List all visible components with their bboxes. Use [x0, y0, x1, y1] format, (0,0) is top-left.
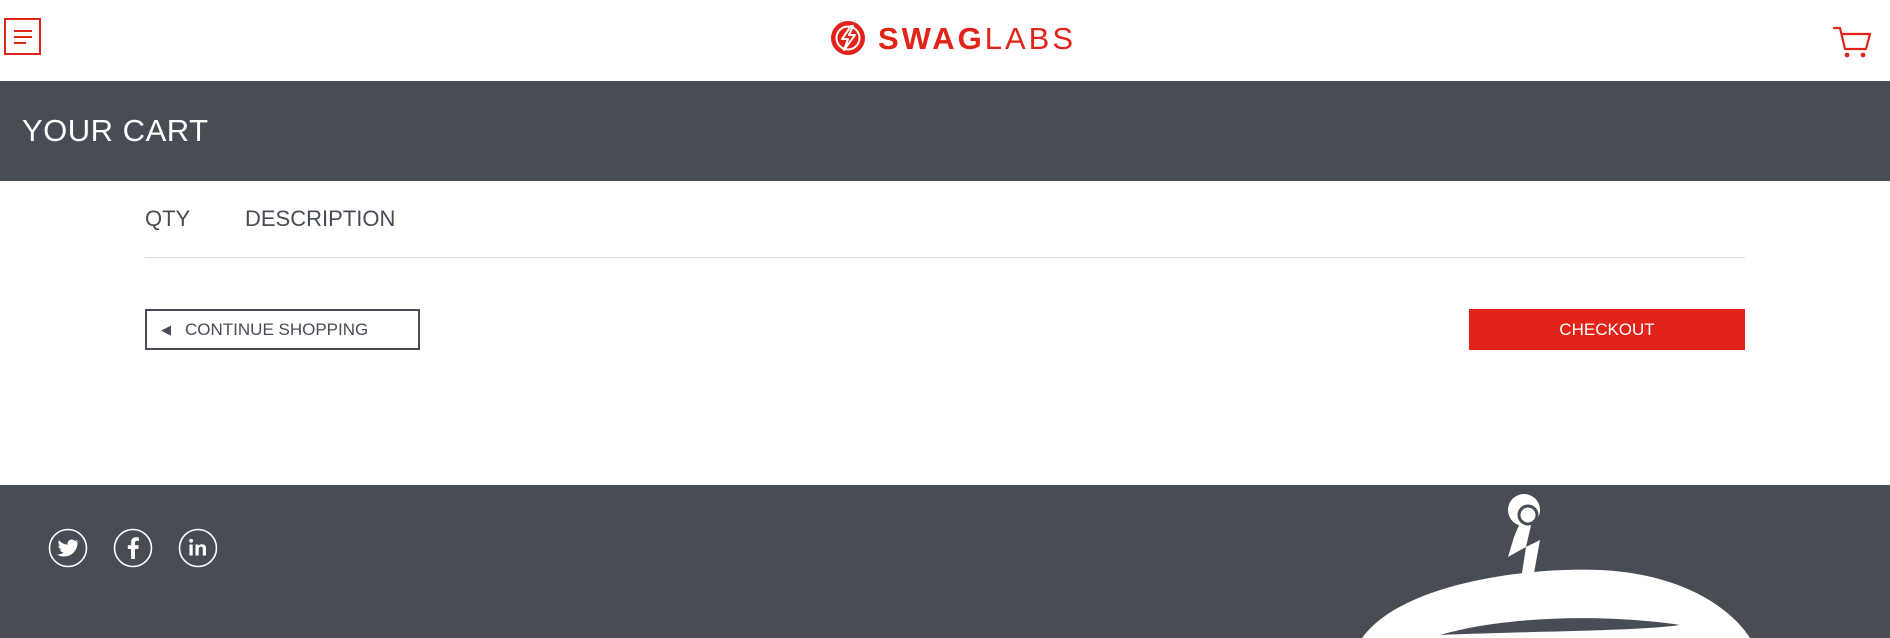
cart-page: SWAGLABS YOUR CART QTY DESCRIPTION ◀ CON…	[0, 0, 1890, 638]
swag-bot-mascot	[1362, 494, 1750, 638]
hamburger-menu-icon[interactable]	[4, 18, 41, 55]
logo-text-bold: SWAG	[878, 20, 985, 56]
continue-shopping-button[interactable]: ◀ CONTINUE SHOPPING	[145, 309, 420, 350]
facebook-icon[interactable]	[113, 528, 153, 568]
column-header-description: DESCRIPTION	[245, 206, 396, 231]
title-bar: YOUR CART	[0, 81, 1890, 181]
linkedin-icon[interactable]	[178, 528, 218, 568]
continue-shopping-label: CONTINUE SHOPPING	[185, 319, 369, 339]
footer	[0, 485, 1890, 638]
twitter-icon[interactable]	[48, 528, 88, 568]
page-title: YOUR CART	[22, 113, 209, 148]
back-arrow-icon: ◀	[161, 321, 171, 337]
checkout-label: CHECKOUT	[1559, 319, 1655, 339]
logo-text: SWAGLABS	[878, 23, 1076, 54]
lightning-bolt-logo-icon	[831, 21, 865, 55]
shopping-cart-icon[interactable]	[1832, 22, 1872, 62]
checkout-button[interactable]: CHECKOUT	[1469, 309, 1745, 350]
column-header-qty: QTY	[145, 206, 191, 231]
divider	[145, 257, 1745, 258]
swag-labs-logo: SWAGLABS	[830, 18, 1076, 58]
top-header: SWAGLABS	[0, 0, 1890, 81]
logo-text-light: LABS	[984, 20, 1077, 56]
